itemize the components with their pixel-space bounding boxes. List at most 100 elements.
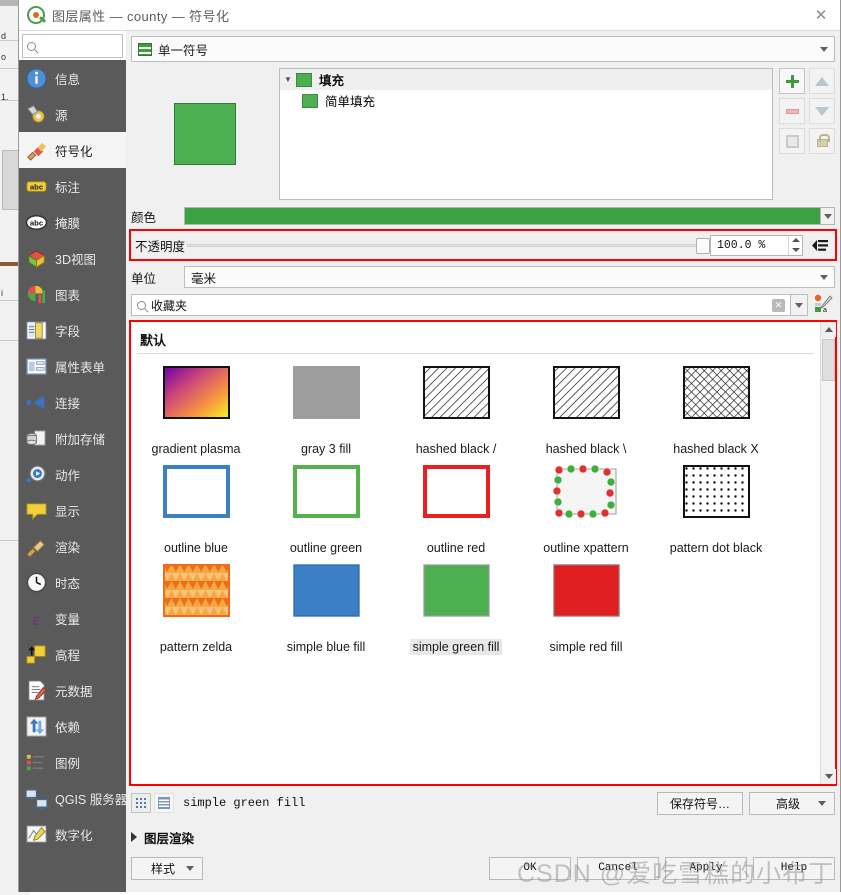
sidebar-item-19[interactable]: 依赖 [19, 708, 126, 744]
symbol-item[interactable]: pattern zelda [131, 564, 261, 655]
bg-text-fragment: d [1, 31, 7, 41]
spinner-arrows[interactable] [788, 235, 802, 255]
symbol-item[interactable]: outline xpattern [521, 464, 651, 556]
sidebar-item-11[interactable]: 附加存储 [19, 420, 126, 456]
sidebar-item-21[interactable]: QGIS 服务器 [19, 780, 126, 816]
lock-button[interactable] [809, 128, 835, 154]
clear-icon[interactable]: ✕ [772, 298, 785, 312]
scroll-down-button[interactable] [821, 769, 836, 784]
move-up-button[interactable] [809, 68, 835, 94]
chevron-down-icon [186, 865, 194, 871]
symbol-item[interactable]: outline blue [131, 465, 261, 556]
symbology-icon [25, 139, 48, 162]
ok-button[interactable]: OK [489, 856, 571, 880]
symbol-item[interactable]: simple blue fill [261, 564, 391, 655]
dialog-titlebar: 图层属性 — county — 符号化 ✕ [19, 0, 840, 31]
symbol-search-dropdown[interactable] [791, 294, 808, 316]
opacity-spinbox[interactable]: 100.0 % [710, 234, 803, 256]
tree-row[interactable]: 简单填充 [280, 90, 772, 111]
chevron-down-icon[interactable]: ▼ [280, 75, 296, 84]
sidebar-item-15[interactable]: 时态 [19, 564, 126, 600]
sidebar-item-14[interactable]: 渲染 [19, 528, 126, 564]
symbol-item[interactable]: simple red fill [521, 564, 651, 655]
masks-icon: abc [25, 211, 48, 234]
sidebar-item-2[interactable]: 源 [19, 96, 126, 132]
sidebar-item-8[interactable]: 字段 [19, 312, 126, 348]
svg-text:ε: ε [33, 609, 41, 629]
data-defined-override-button[interactable] [809, 234, 831, 256]
close-icon[interactable]: ✕ [812, 7, 830, 25]
duplicate-button[interactable] [779, 128, 805, 154]
style-button[interactable]: 样式 [131, 856, 203, 880]
help-button[interactable]: Help [753, 856, 835, 880]
remove-symbol-layer-button[interactable] [779, 98, 805, 124]
triangle-right-icon [131, 832, 137, 842]
chevron-down-icon [823, 213, 832, 219]
sidebar-item-13[interactable]: 显示 [19, 492, 126, 528]
sidebar-item-20[interactable]: 图例 [19, 744, 126, 780]
search-input[interactable] [40, 39, 118, 53]
symbol-item[interactable]: gray 3 fill [261, 366, 391, 457]
temporal-icon [25, 571, 48, 594]
labels-icon: abc [25, 175, 48, 198]
symbol-item[interactable]: gradient plasma [131, 366, 261, 457]
symbol-layer-tree[interactable]: ▼ 填充 简单填充 [279, 68, 773, 200]
sidebar-item-22[interactable]: 数字化 [19, 816, 126, 852]
symbol-item[interactable]: simple green fill [391, 564, 521, 655]
symbol-thumbnail [292, 366, 360, 419]
sidebar-item-16[interactable]: ε 变量 [19, 600, 126, 636]
sidebar-item-label: 依赖 [55, 720, 81, 735]
sidebar-item-10[interactable]: 连接 [19, 384, 126, 420]
dialog-title: 图层属性 — county — 符号化 [52, 8, 230, 24]
arrow-up-icon[interactable] [791, 238, 800, 243]
save-symbol-button[interactable]: 保存符号… [657, 791, 743, 815]
symbol-search-box[interactable]: 收藏夹 ✕ [131, 294, 791, 316]
color-swatch-button[interactable] [184, 207, 821, 225]
legend-icon [25, 751, 48, 774]
symbol-gallery[interactable]: 默认 gradient plasma gray 3 fill hashed blac… [131, 322, 820, 784]
sidebar-item-6[interactable]: 3D视图 [19, 240, 126, 276]
metadata-icon [25, 679, 48, 702]
symbol-item[interactable]: hashed black \ [521, 366, 651, 457]
opacity-slider[interactable] [187, 237, 710, 254]
sidebar-item-7[interactable]: 图表 [19, 276, 126, 312]
sidebar-item-3[interactable]: 符号化 [19, 132, 126, 168]
data-defined-icon [811, 239, 828, 251]
sidebar-item-9[interactable]: 属性表单 [19, 348, 126, 384]
symbol-label: hashed black / [415, 442, 497, 456]
sidebar-item-5[interactable]: abc 掩膜 [19, 204, 126, 240]
arrow-down-icon[interactable] [791, 247, 800, 252]
symbol-item[interactable]: hashed black / [391, 366, 521, 457]
scrollbar-thumb[interactable] [822, 339, 835, 381]
unit-combo[interactable]: 毫米 [184, 266, 835, 288]
opacity-slider-handle[interactable] [696, 237, 710, 254]
apply-button[interactable]: Apply [665, 856, 747, 880]
sidebar-item-18[interactable]: 元数据 [19, 672, 126, 708]
sidebar-item-12[interactable]: 动作 [19, 456, 126, 492]
renderer-type-combo[interactable]: 单一符号 [131, 36, 835, 62]
symbol-item[interactable]: hashed black X [651, 366, 781, 457]
cancel-button[interactable]: Cancel [577, 856, 659, 880]
symbol-item[interactable]: outline red [391, 465, 521, 556]
move-down-button[interactable] [809, 98, 835, 124]
grid-view-icon[interactable] [131, 793, 151, 813]
gallery-scrollbar[interactable] [820, 322, 836, 784]
sidebar-search[interactable] [22, 34, 123, 58]
advanced-button[interactable]: 高级 [749, 791, 835, 815]
symbol-label: pattern dot black [669, 541, 763, 555]
layer-color-swatch [296, 72, 312, 87]
list-view-icon[interactable] [154, 793, 174, 813]
color-picker[interactable] [184, 207, 835, 225]
symbol-item[interactable]: pattern dot black [651, 465, 781, 556]
sidebar-item-17[interactable]: 高程 [19, 636, 126, 672]
add-symbol-layer-button[interactable] [779, 68, 805, 94]
color-dropdown-button[interactable] [821, 207, 835, 225]
tree-row[interactable]: ▼ 填充 [280, 69, 772, 90]
arrow-down-icon [824, 774, 833, 779]
layer-rendering-section[interactable]: 图层渲染 [131, 827, 835, 847]
symbol-item[interactable]: outline green [261, 465, 391, 556]
style-manager-icon[interactable]: a [813, 294, 835, 316]
sidebar-item-4[interactable]: abc 标注 [19, 168, 126, 204]
scroll-up-button[interactable] [821, 322, 836, 337]
sidebar-item-1[interactable]: 信息 [19, 60, 126, 96]
